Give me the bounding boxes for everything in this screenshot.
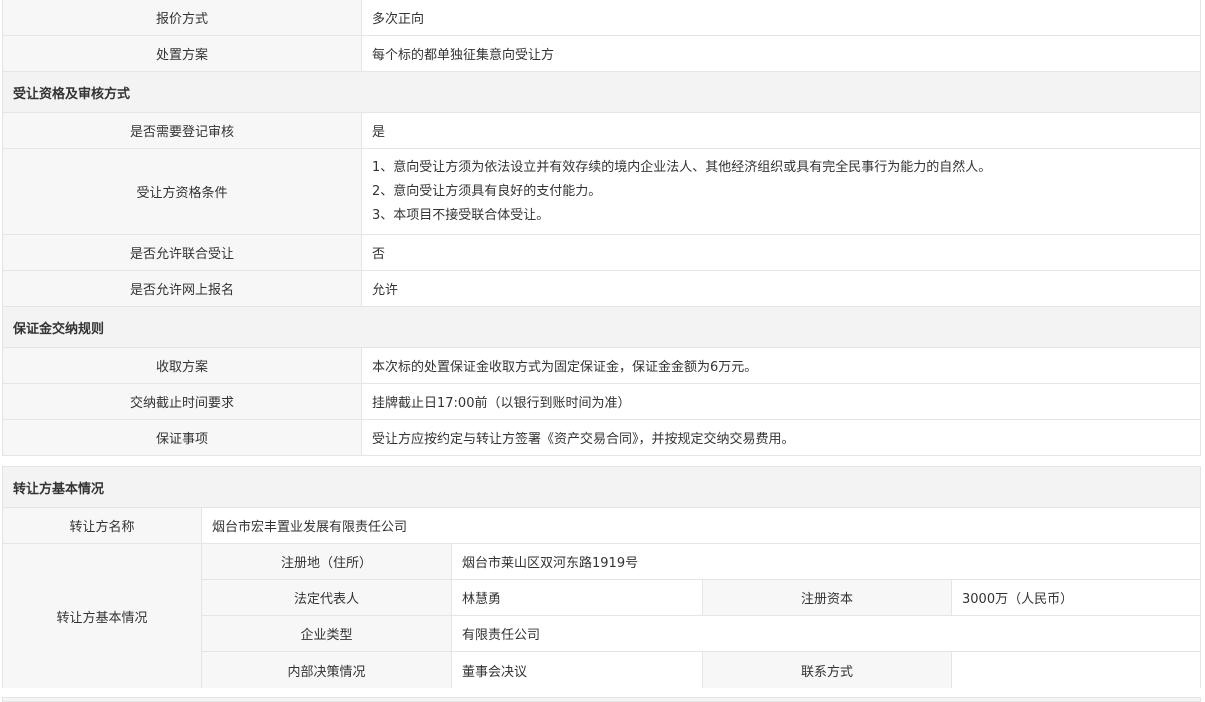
condition-line: 1、意向受让方须为依法设立并有效存续的境内企业法人、其他经济组织或具有完全民事行… <box>372 159 992 175</box>
field-value: 林慧勇 <box>452 580 702 615</box>
field-value: 挂牌截止日17:00前（以银行到账时间为准） <box>362 384 1200 419</box>
field-label: 保证事项 <box>3 420 362 455</box>
table-row: 注册地（住所） 烟台市莱山区双河东路1919号 <box>202 544 1200 580</box>
field-label: 注册资本 <box>702 580 952 615</box>
section-header-qualification: 受让资格及审核方式 <box>3 72 1200 113</box>
field-label: 注册地（住所） <box>202 544 452 579</box>
table-row: 交纳截止时间要求 挂牌截止日17:00前（以银行到账时间为准） <box>3 384 1200 420</box>
table-row: 转让方名称 烟台市宏丰置业发展有限责任公司 <box>3 508 1200 544</box>
table-row: 保证事项 受让方应按约定与转让方签署《资产交易合同》，并按规定交纳交易费用。 <box>3 420 1200 456</box>
table-row: 收取方案 本次标的处置保证金收取方式为固定保证金，保证金金额为6万元。 <box>3 348 1200 384</box>
field-label: 转让方名称 <box>3 508 202 543</box>
project-info-table: 报价方式 多次正向 处置方案 每个标的都单独征集意向受让方 受让资格及审核方式 … <box>2 0 1201 456</box>
field-value: 多次正向 <box>362 0 1200 35</box>
field-label: 法定代表人 <box>202 580 452 615</box>
details-grid: 注册地（住所） 烟台市莱山区双河东路1919号 法定代表人 林慧勇 注册资本 3… <box>202 544 1200 688</box>
field-label: 企业类型 <box>202 616 452 651</box>
field-label: 联系方式 <box>702 652 952 688</box>
field-value: 本次标的处置保证金收取方式为固定保证金，保证金金额为6万元。 <box>362 348 1200 383</box>
table-row: 内部决策情况 董事会决议 联系方式 <box>202 652 1200 688</box>
field-label: 处置方案 <box>3 36 362 71</box>
table-row: 企业类型 有限责任公司 <box>202 616 1200 652</box>
field-label: 报价方式 <box>3 0 362 35</box>
field-label: 是否需要登记审核 <box>3 113 362 148</box>
field-value: 是 <box>362 113 1200 148</box>
table-row: 是否允许网上报名 允许 <box>3 271 1200 307</box>
next-section-edge <box>2 697 1201 702</box>
condition-line: 2、意向受让方须具有良好的支付能力。 <box>372 183 602 199</box>
table-row: 法定代表人 林慧勇 注册资本 3000万（人民币） <box>202 580 1200 616</box>
table-row: 受让方资格条件 1、意向受让方须为依法设立并有效存续的境内企业法人、其他经济组织… <box>3 149 1200 235</box>
field-value <box>952 652 1200 688</box>
table-row: 是否需要登记审核 是 <box>3 113 1200 149</box>
field-value: 每个标的都单独征集意向受让方 <box>362 36 1200 71</box>
condition-line: 3、本项目不接受联合体受让。 <box>372 207 550 223</box>
field-label: 受让方资格条件 <box>3 149 362 234</box>
field-label: 是否允许网上报名 <box>3 271 362 306</box>
section-header-transferor: 转让方基本情况 <box>3 467 1200 508</box>
table-row: 处置方案 每个标的都单独征集意向受让方 <box>3 36 1200 72</box>
field-value: 否 <box>362 235 1200 270</box>
table-row: 是否允许联合受让 否 <box>3 235 1200 271</box>
field-label: 是否允许联合受让 <box>3 235 362 270</box>
field-value: 3000万（人民币） <box>952 580 1200 615</box>
field-value: 受让方应按约定与转让方签署《资产交易合同》，并按规定交纳交易费用。 <box>362 420 1200 455</box>
field-value: 1、意向受让方须为依法设立并有效存续的境内企业法人、其他经济组织或具有完全民事行… <box>362 149 1200 234</box>
section-header-deposit: 保证金交纳规则 <box>3 307 1200 348</box>
group-label: 转让方基本情况 <box>3 544 202 688</box>
table-row: 报价方式 多次正向 <box>3 0 1200 36</box>
field-value: 董事会决议 <box>452 652 702 688</box>
field-value: 允许 <box>362 271 1200 306</box>
field-value: 烟台市莱山区双河东路1919号 <box>452 544 1200 579</box>
transferor-details: 转让方基本情况 注册地（住所） 烟台市莱山区双河东路1919号 法定代表人 林慧… <box>3 544 1200 688</box>
field-label: 收取方案 <box>3 348 362 383</box>
transferor-info-table: 转让方基本情况 转让方名称 烟台市宏丰置业发展有限责任公司 转让方基本情况 注册… <box>2 466 1201 688</box>
field-label: 交纳截止时间要求 <box>3 384 362 419</box>
transferor-name: 烟台市宏丰置业发展有限责任公司 <box>202 508 1200 543</box>
field-value: 有限责任公司 <box>452 616 1200 651</box>
field-label: 内部决策情况 <box>202 652 452 688</box>
